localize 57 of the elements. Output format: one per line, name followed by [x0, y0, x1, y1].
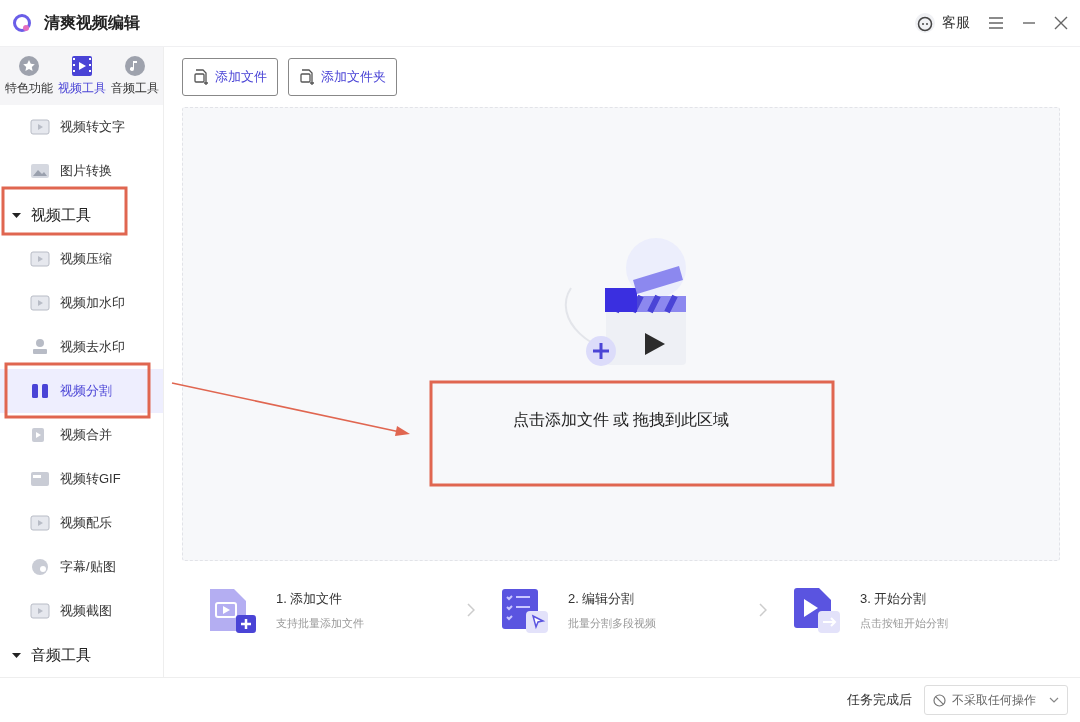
customer-service-button[interactable]: 客服 [914, 12, 970, 34]
gif-icon [30, 470, 50, 488]
stamp-icon [30, 338, 50, 356]
add-file-button[interactable]: 添加文件 [182, 58, 278, 96]
sidebar-item[interactable]: 视频分割 [0, 369, 163, 413]
sidebar-tab[interactable]: 视频工具 [57, 55, 106, 97]
image-icon [30, 162, 50, 180]
step-description: 支持批量添加文件 [276, 615, 364, 631]
sidebar-item[interactable]: 视频截图 [0, 589, 163, 633]
split-icon [30, 382, 50, 400]
sidebar-item[interactable]: 字幕/贴图 [0, 545, 163, 589]
sidebar-tab[interactable]: 音频工具 [110, 55, 159, 97]
step-title: 3. 开始分割 [859, 589, 928, 608]
close-icon[interactable] [1054, 16, 1068, 30]
sidebar-group[interactable]: 视频工具 [0, 193, 163, 237]
menu-icon[interactable] [988, 16, 1004, 30]
film-icon [30, 118, 50, 136]
film-icon [30, 294, 50, 312]
checklist-cursor-icon [499, 587, 550, 633]
app-logo-icon [12, 13, 32, 33]
sidebar-item[interactable]: 视频合并 [0, 413, 163, 457]
film-icon [30, 602, 50, 620]
window-title: 清爽视频编辑 [44, 12, 140, 33]
prohibited-icon [933, 693, 946, 707]
file-plus-icon [299, 69, 315, 85]
sidebar-item[interactable]: 视频转文字 [0, 105, 163, 149]
add-video-icon [208, 587, 258, 633]
drop-zone-hint: 点击添加文件 或 拖拽到此区域 [512, 409, 730, 430]
sidebar-group[interactable]: 音频工具 [0, 633, 163, 677]
play-arrow-icon [791, 587, 842, 633]
sticker-icon [30, 558, 50, 576]
after-task-dropdown[interactable]: 不采取任何操作 [924, 685, 1068, 715]
chat-face-icon [914, 12, 936, 34]
music-note-icon [123, 55, 146, 77]
step-title: 1. 添加文件 [276, 589, 344, 608]
caret-down-icon [12, 210, 21, 220]
file-plus-icon [193, 69, 209, 85]
film-icon [30, 250, 50, 268]
add-folder-button[interactable]: 添加文件夹 [288, 58, 397, 96]
step-title: 2. 编辑分割 [567, 589, 636, 608]
sidebar-item[interactable]: 视频压缩 [0, 237, 163, 281]
sidebar-item[interactable]: 视频转GIF [0, 457, 163, 501]
film-icon [30, 514, 50, 532]
film-icon [70, 55, 93, 77]
chevron-right-icon [466, 602, 476, 618]
sidebar-item[interactable]: 视频加水印 [0, 281, 163, 325]
sidebar-item[interactable]: 视频去水印 [0, 325, 163, 369]
sidebar-tab[interactable]: 特色功能 [4, 55, 53, 97]
step-description: 点击按钮开始分割 [859, 615, 948, 631]
drop-zone[interactable]: 点击添加文件 或 拖拽到此区域 [182, 107, 1060, 561]
sidebar-item[interactable]: 视频配乐 [0, 501, 163, 545]
caret-down-icon [12, 650, 21, 660]
chevron-down-icon [1049, 697, 1059, 703]
sidebar-item[interactable]: 图片转换 [0, 149, 163, 193]
step-description: 批量分割多段视频 [567, 615, 656, 631]
chevron-right-icon [758, 602, 768, 618]
after-task-label: 任务完成后 [847, 691, 912, 709]
